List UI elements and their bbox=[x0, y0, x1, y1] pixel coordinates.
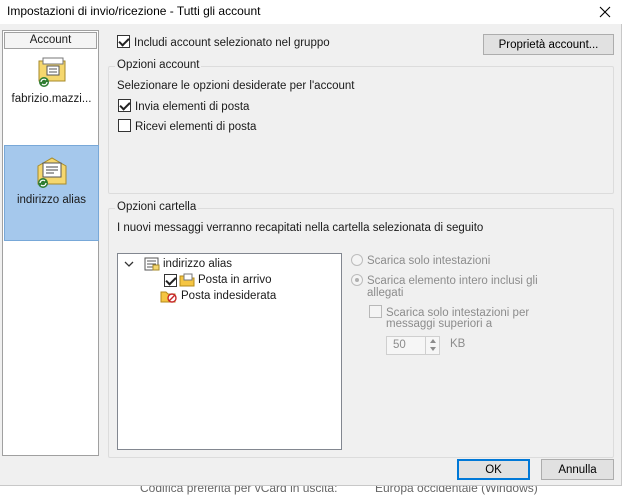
folder-options-description: I nuovi messaggi verranno recapitati nel… bbox=[117, 222, 484, 234]
send-receive-settings-dialog: Impostazioni di invio/ricezione - Tutti … bbox=[0, 0, 622, 486]
send-items-option[interactable]: Invia elementi di posta bbox=[118, 99, 249, 113]
inbox-checkbox[interactable] bbox=[164, 273, 177, 287]
account-sidebar: Account fabrizio.mazzi... indirizzo alia… bbox=[2, 30, 99, 456]
headers-only-radio[interactable] bbox=[351, 254, 363, 266]
sidebar-item-label: indirizzo alias bbox=[16, 194, 87, 206]
receive-items-label: Ricevi elementi di posta bbox=[135, 121, 257, 133]
folder-options-title: Opzioni cartella bbox=[115, 201, 199, 213]
full-item-radio[interactable] bbox=[351, 274, 363, 286]
junk-folder-icon bbox=[160, 291, 177, 303]
chevron-down-icon[interactable] bbox=[124, 260, 134, 268]
tree-node-junk[interactable]: Posta indesiderata bbox=[160, 289, 276, 303]
sidebar-header: Account bbox=[4, 32, 97, 49]
background-text-left: Codifica preferita per vCard in uscita: bbox=[140, 486, 338, 495]
headers-only-option[interactable]: Scarica solo intestazioni bbox=[351, 254, 490, 267]
account-options-description: Selezionare le opzioni desiderate per l'… bbox=[117, 80, 355, 92]
tree-node-label: Posta indesiderata bbox=[181, 290, 277, 302]
tree-node-label: Posta in arrivo bbox=[198, 274, 272, 286]
cancel-button[interactable]: Annulla bbox=[541, 459, 614, 480]
close-icon bbox=[599, 6, 611, 18]
sidebar-item-indirizzo-alias[interactable]: indirizzo alias bbox=[4, 145, 99, 241]
size-limit-option[interactable]: Scarica solo intestazioni per bbox=[369, 305, 529, 319]
account-options-title: Opzioni account bbox=[115, 59, 202, 71]
full-item-label-line2: allegati bbox=[367, 287, 404, 299]
receive-items-option[interactable]: Ricevi elementi di posta bbox=[118, 119, 256, 133]
alias-account-icon bbox=[37, 157, 66, 188]
mail-account-icon bbox=[38, 57, 65, 87]
size-limit-label-line2: messaggi superiori a bbox=[386, 318, 493, 330]
include-account-option[interactable]: Includi account selezionato nel gruppo bbox=[117, 35, 330, 49]
size-limit-value: 50 bbox=[393, 339, 406, 351]
include-account-checkbox[interactable] bbox=[117, 35, 130, 48]
spinner-buttons bbox=[425, 337, 439, 354]
triangle-up-icon bbox=[429, 339, 436, 343]
size-limit-unit: KB bbox=[450, 338, 466, 350]
headers-only-label: Scarica solo intestazioni bbox=[367, 255, 491, 267]
size-limit-spinner[interactable]: 50 bbox=[386, 336, 440, 355]
close-button[interactable] bbox=[588, 0, 622, 24]
spin-up-button[interactable] bbox=[426, 337, 439, 345]
send-items-label: Invia elementi di posta bbox=[135, 101, 250, 113]
receive-items-checkbox[interactable] bbox=[118, 119, 131, 132]
inbox-folder-icon bbox=[179, 273, 195, 287]
window-title: Impostazioni di invio/ricezione - Tutti … bbox=[7, 4, 261, 18]
size-limit-checkbox[interactable] bbox=[369, 305, 382, 318]
account-properties-button[interactable]: Proprietà account... bbox=[483, 34, 614, 55]
folder-tree[interactable]: indirizzo alias Posta in arrivo Posta in… bbox=[117, 253, 342, 450]
tree-node-inbox[interactable]: Posta in arrivo bbox=[164, 273, 272, 287]
background-window-strip: Codifica preferita per vCard in uscita: … bbox=[0, 486, 624, 495]
title-bar: Impostazioni di invio/ricezione - Tutti … bbox=[0, 0, 622, 24]
ok-button[interactable]: OK bbox=[457, 459, 530, 480]
include-account-label: Includi account selezionato nel gruppo bbox=[134, 37, 330, 49]
triangle-down-icon bbox=[429, 347, 436, 351]
sidebar-item-label: fabrizio.mazzi... bbox=[11, 93, 92, 105]
full-item-option[interactable]: Scarica elemento intero inclusi gli bbox=[351, 274, 538, 287]
send-items-checkbox[interactable] bbox=[118, 99, 131, 112]
mailbox-icon bbox=[144, 257, 160, 271]
full-item-label-line1: Scarica elemento intero inclusi gli bbox=[367, 275, 538, 287]
tree-node-account[interactable]: indirizzo alias bbox=[124, 257, 232, 271]
background-text-right: Europa occidentale (Windows) bbox=[375, 486, 538, 495]
tree-node-label: indirizzo alias bbox=[163, 258, 233, 270]
account-options-group: Opzioni account Selezionare le opzioni d… bbox=[108, 59, 614, 194]
spin-down-button[interactable] bbox=[426, 345, 439, 353]
sidebar-item-fabrizio[interactable]: fabrizio.mazzi... bbox=[4, 55, 99, 135]
